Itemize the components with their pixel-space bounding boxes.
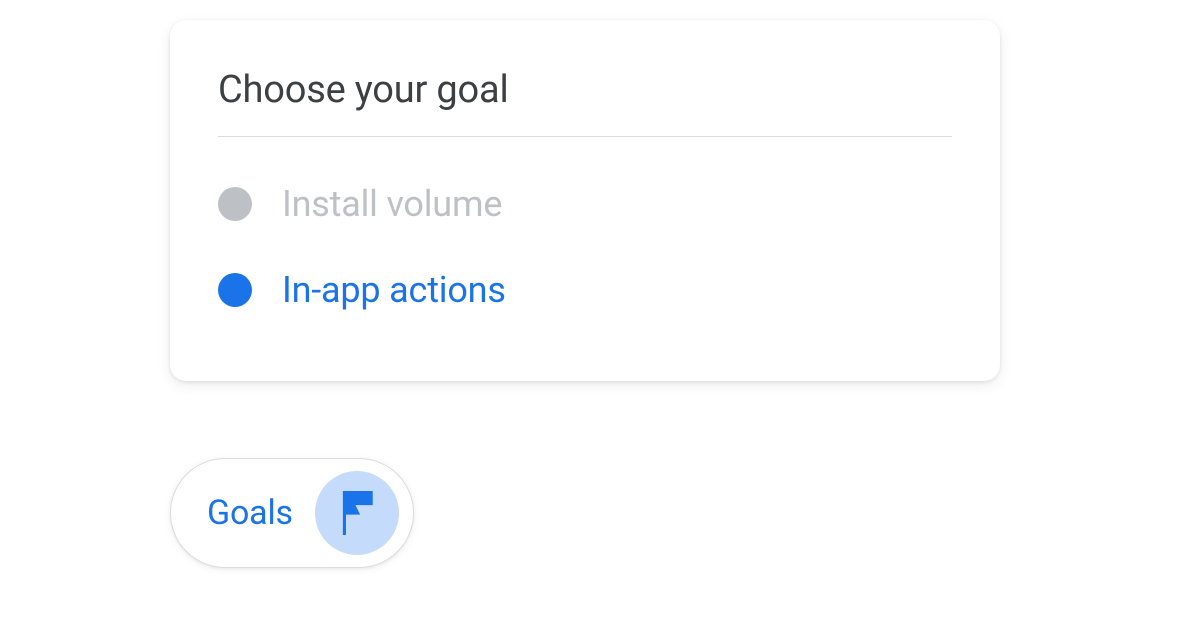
goals-chip[interactable]: Goals xyxy=(170,458,414,568)
card-title: Choose your goal xyxy=(218,68,952,137)
radio-icon xyxy=(218,273,252,307)
option-label: In-app actions xyxy=(282,269,506,311)
goals-chip-label: Goals xyxy=(207,493,293,533)
goal-card: Choose your goal Install volume In-app a… xyxy=(170,20,1000,381)
option-label: Install volume xyxy=(282,183,502,225)
flag-icon xyxy=(315,471,399,555)
radio-icon xyxy=(218,187,252,221)
goal-option-in-app-actions[interactable]: In-app actions xyxy=(218,261,952,319)
goal-options: Install volume In-app actions xyxy=(218,137,952,319)
goal-option-install-volume[interactable]: Install volume xyxy=(218,175,952,233)
